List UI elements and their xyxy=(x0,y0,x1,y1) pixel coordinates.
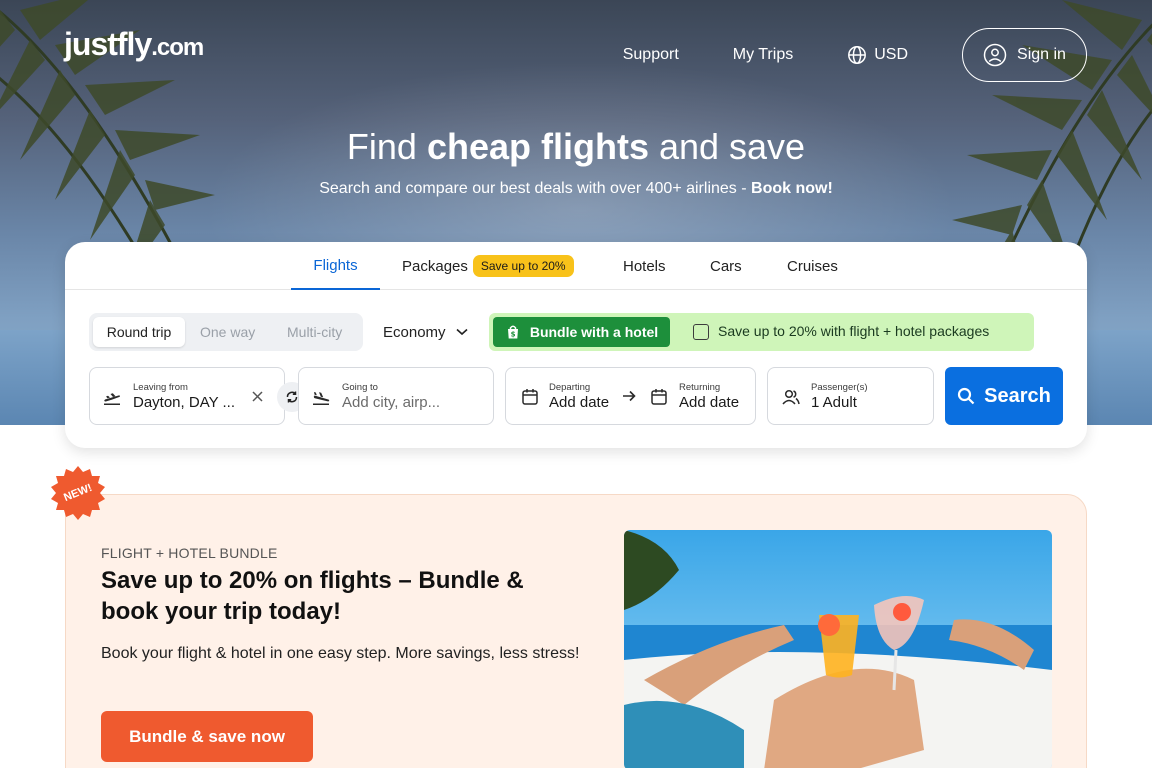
flight-search-card: Flights Packages Save up to 20% Hotels C… xyxy=(65,242,1087,448)
hero-subheadline: Search and compare our best deals with o… xyxy=(0,180,1152,198)
passengers-label: Passenger(s) xyxy=(811,382,868,393)
tab-packages-label: Packages xyxy=(402,257,468,275)
logo-wordmark: justfly xyxy=(64,26,152,62)
tab-hotels[interactable]: Hotels xyxy=(623,242,666,290)
promo-description: Book your flight & hotel in one easy ste… xyxy=(101,645,580,662)
bundle-hotel-bar: $ Bundle with a hotel Save up to 20% wit… xyxy=(489,313,1034,351)
leaving-from-field[interactable]: Leaving from Dayton, DAY ... xyxy=(89,367,285,425)
departing-label: Departing xyxy=(549,382,591,393)
tab-cars-label: Cars xyxy=(710,257,742,275)
chevron-down-icon xyxy=(455,328,468,336)
beach-cocktails-image xyxy=(624,530,1052,768)
sign-in-button[interactable]: Sign in xyxy=(962,28,1087,82)
plane-arrival-icon xyxy=(313,392,330,405)
search-button[interactable]: Search xyxy=(945,367,1063,425)
tab-cars[interactable]: Cars xyxy=(710,242,742,290)
tab-cruises[interactable]: Cruises xyxy=(787,242,838,290)
passengers-icon xyxy=(782,389,800,405)
arrow-right-icon xyxy=(623,390,636,402)
trip-type-round-trip[interactable]: Round trip xyxy=(93,317,185,347)
clear-icon[interactable] xyxy=(252,391,263,402)
justfly-logo[interactable]: justfly.com xyxy=(64,26,204,63)
hero-headline: Find cheap flights and save xyxy=(0,126,1152,168)
shopping-bag-icon: $ xyxy=(507,325,518,339)
tab-flights-label: Flights xyxy=(313,256,358,274)
trip-type-one-way[interactable]: One way xyxy=(200,317,255,347)
cabin-class-value: Economy xyxy=(383,323,446,341)
top-navigation: Support My Trips USD Sign in xyxy=(623,28,1087,82)
passengers-value: 1 Adult xyxy=(811,394,857,411)
globe-icon xyxy=(848,46,867,64)
subheadline-text: Search and compare our best deals with o… xyxy=(319,180,752,197)
headline-pre: Find xyxy=(346,126,427,167)
tab-flights[interactable]: Flights xyxy=(291,242,380,290)
svg-text:$: $ xyxy=(510,331,515,339)
leaving-from-label: Leaving from xyxy=(133,382,188,393)
calendar-return-icon xyxy=(651,389,667,405)
user-icon xyxy=(983,43,1007,67)
bundle-save-now-button[interactable]: Bundle & save now xyxy=(101,711,313,762)
search-icon xyxy=(958,387,975,405)
cabin-class-dropdown[interactable]: Economy xyxy=(383,313,468,351)
bundle-button-label: Bundle with a hotel xyxy=(529,324,659,340)
tab-packages[interactable]: Packages Save up to 20% xyxy=(402,242,574,290)
bundle-promo-card: FLIGHT + HOTEL BUNDLE Save up to 20% on … xyxy=(65,494,1087,768)
search-button-label: Search xyxy=(984,384,1051,407)
departing-value: Add date xyxy=(549,394,610,411)
sign-in-label: Sign in xyxy=(1017,46,1066,63)
subheadline-bold: Book now! xyxy=(751,180,833,197)
returning-value: Add date xyxy=(679,394,740,411)
logo-suffix: .com xyxy=(151,34,204,61)
new-badge: NEW! xyxy=(50,465,106,521)
trip-type-toggle: Round trip One way Multi-city xyxy=(89,313,363,351)
returning-label: Returning xyxy=(679,382,721,393)
bundle-checkbox[interactable] xyxy=(693,324,709,340)
promo-title: Save up to 20% on flights – Bundle & boo… xyxy=(101,567,524,625)
plane-departure-icon xyxy=(104,393,120,405)
calendar-icon xyxy=(522,389,538,405)
packages-save-badge: Save up to 20% xyxy=(472,255,574,277)
trip-type-multi-city[interactable]: Multi-city xyxy=(287,317,342,347)
going-to-placeholder: Add city, airp... xyxy=(342,394,441,411)
tab-cruises-label: Cruises xyxy=(787,257,838,275)
going-to-label: Going to xyxy=(342,382,378,393)
bundle-with-hotel-button[interactable]: $ Bundle with a hotel xyxy=(493,317,670,347)
bundle-checkbox-label: Save up to 20% with flight + hotel packa… xyxy=(718,323,990,339)
product-tabs: Flights Packages Save up to 20% Hotels C… xyxy=(65,242,1087,290)
currency-label: USD xyxy=(874,46,908,63)
headline-post: and save xyxy=(648,126,806,167)
currency-selector[interactable]: USD xyxy=(847,45,908,65)
dates-field[interactable]: Departing Add date Returning Add date xyxy=(505,367,756,425)
promo-eyebrow: FLIGHT + HOTEL BUNDLE xyxy=(101,545,278,561)
passengers-field[interactable]: Passenger(s) 1 Adult xyxy=(767,367,934,425)
headline-bold: cheap flights xyxy=(426,126,649,167)
tab-hotels-label: Hotels xyxy=(623,257,666,275)
my-trips-link[interactable]: My Trips xyxy=(733,46,793,64)
leaving-from-value: Dayton, DAY ... xyxy=(133,394,235,411)
support-link[interactable]: Support xyxy=(623,46,679,64)
going-to-field[interactable]: Going to Add city, airp... xyxy=(298,367,494,425)
